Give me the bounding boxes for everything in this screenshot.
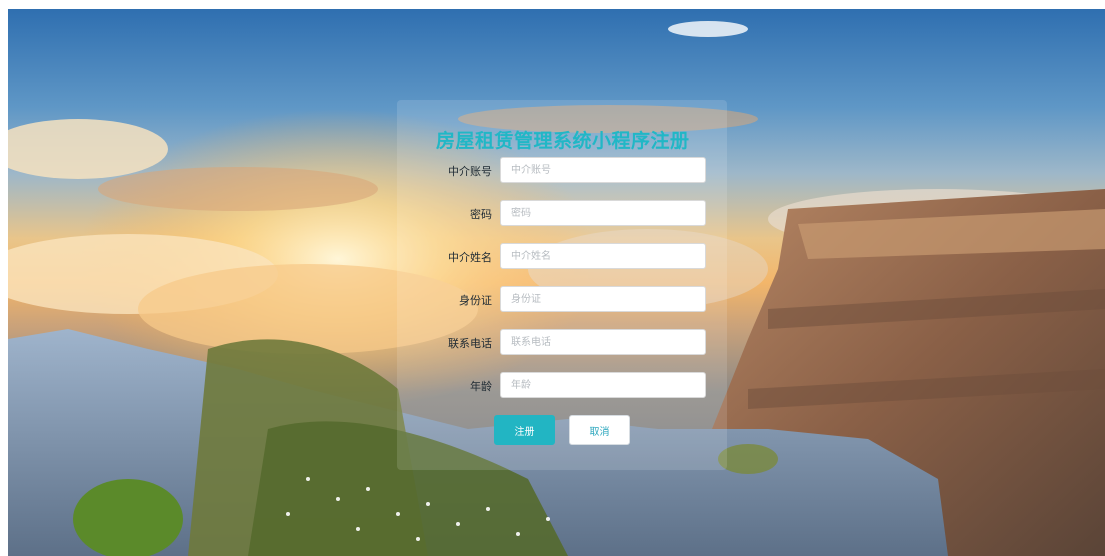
registration-panel xyxy=(397,100,727,470)
page-title: 房屋租赁管理系统小程序注册 xyxy=(436,130,690,152)
form-row-password: 密码 xyxy=(436,200,710,228)
cancel-button[interactable]: 取消 xyxy=(569,415,630,445)
password-input[interactable] xyxy=(500,200,706,226)
form-row-agent-name: 中介姓名 xyxy=(436,243,710,271)
phone-input[interactable] xyxy=(500,329,706,355)
agent-account-input[interactable] xyxy=(500,157,706,183)
id-card-input[interactable] xyxy=(500,286,706,312)
agent-name-input[interactable] xyxy=(500,243,706,269)
phone-label: 联系电话 xyxy=(448,337,492,350)
form-row-phone: 联系电话 xyxy=(436,329,710,357)
id-card-label: 身份证 xyxy=(459,294,492,307)
form-row-age: 年龄 xyxy=(436,372,710,400)
agent-name-label: 中介姓名 xyxy=(448,251,492,264)
age-label: 年龄 xyxy=(470,380,492,393)
agent-account-label: 中介账号 xyxy=(448,165,492,178)
age-input[interactable] xyxy=(500,372,706,398)
registration-page: 房屋租赁管理系统小程序注册 中介账号 密码 中介姓名 身份证 联系电话 年龄 注… xyxy=(0,0,1105,556)
form-row-id-card: 身份证 xyxy=(436,286,710,314)
form-row-agent-account: 中介账号 xyxy=(436,157,710,185)
password-label: 密码 xyxy=(470,208,492,221)
register-button[interactable]: 注册 xyxy=(494,415,555,445)
